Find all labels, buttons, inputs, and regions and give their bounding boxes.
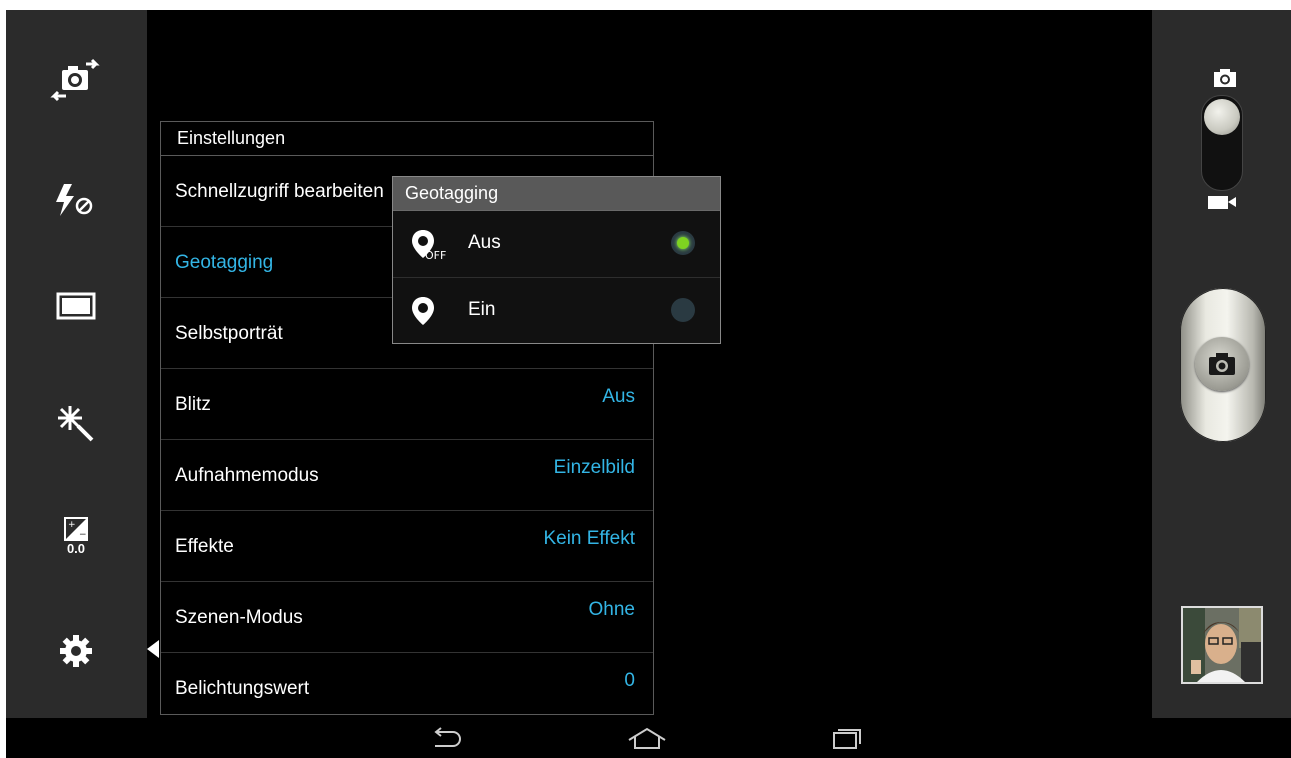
setting-row-exposure-value[interactable]: Belichtungswert 0 — [161, 653, 653, 723]
setting-value: Aus — [602, 386, 635, 407]
setting-value: Einzelbild — [553, 457, 635, 478]
svg-text:−: − — [79, 530, 87, 540]
svg-text:OFF: OFF — [425, 249, 446, 262]
setting-value: Kein Effekt — [543, 528, 635, 549]
setting-label: Szenen-Modus — [175, 607, 303, 628]
option-label: Aus — [468, 232, 501, 253]
toggle-knob[interactable] — [1204, 99, 1240, 135]
setting-row-shooting-mode[interactable]: Aufnahmemodus Einzelbild — [161, 440, 653, 511]
shutter-button[interactable] — [1180, 288, 1266, 442]
recent-apps-icon[interactable] — [824, 724, 870, 752]
shutter-camera-icon — [1195, 337, 1249, 391]
home-icon[interactable] — [624, 724, 670, 752]
photo-video-toggle[interactable] — [1201, 95, 1243, 191]
setting-label: Schnellzugriff bearbeiten — [175, 181, 384, 202]
video-mode-icon — [1206, 194, 1238, 215]
back-icon[interactable] — [423, 724, 469, 752]
popup-title: Geotagging — [393, 177, 720, 211]
option-label: Ein — [468, 299, 496, 320]
camera-screen: + − 0.0 Einstellungen Schnellzugriff bea… — [6, 10, 1291, 758]
setting-row-effects[interactable]: Effekte Kein Effekt — [161, 511, 653, 582]
setting-value: Ohne — [588, 599, 635, 620]
radio-unselected[interactable] — [671, 298, 695, 322]
setting-row-scene-mode[interactable]: Szenen-Modus Ohne — [161, 582, 653, 653]
location-pin-icon — [410, 295, 454, 334]
settings-gear-icon[interactable] — [50, 625, 102, 677]
photo-mode-icon — [1212, 68, 1238, 93]
setting-label: Selbstporträt — [175, 323, 283, 344]
setting-label: Effekte — [175, 536, 234, 557]
location-off-icon: OFF — [410, 228, 454, 267]
exposure-value-label: 0.0 — [66, 541, 86, 556]
setting-label: Blitz — [175, 394, 211, 415]
left-toolbar: + − 0.0 — [6, 10, 147, 718]
settings-title: Einstellungen — [161, 122, 653, 156]
setting-value: 0 — [624, 670, 635, 691]
geotagging-popup: Geotagging OFF Aus Ein — [392, 176, 721, 344]
setting-label: Aufnahmemodus — [175, 465, 319, 486]
svg-text:+: + — [68, 520, 76, 530]
setting-label: Geotagging — [175, 252, 274, 273]
exposure-icon[interactable]: + − 0.0 — [50, 510, 102, 562]
radio-selected[interactable] — [671, 231, 695, 255]
setting-label: Belichtungswert — [175, 678, 310, 699]
option-geotag-off[interactable]: OFF Aus — [393, 211, 720, 278]
last-photo-thumbnail[interactable] — [1181, 606, 1263, 684]
setting-row-flash[interactable]: Blitz Aus — [161, 369, 653, 440]
system-nav-bar — [6, 718, 1291, 758]
option-geotag-on[interactable]: Ein — [393, 278, 720, 344]
switch-camera-icon[interactable] — [50, 54, 102, 106]
menu-pointer-arrow — [147, 640, 159, 658]
effects-icon[interactable] — [50, 398, 102, 450]
flash-off-icon[interactable] — [50, 174, 102, 226]
aspect-ratio-icon[interactable] — [50, 280, 102, 332]
